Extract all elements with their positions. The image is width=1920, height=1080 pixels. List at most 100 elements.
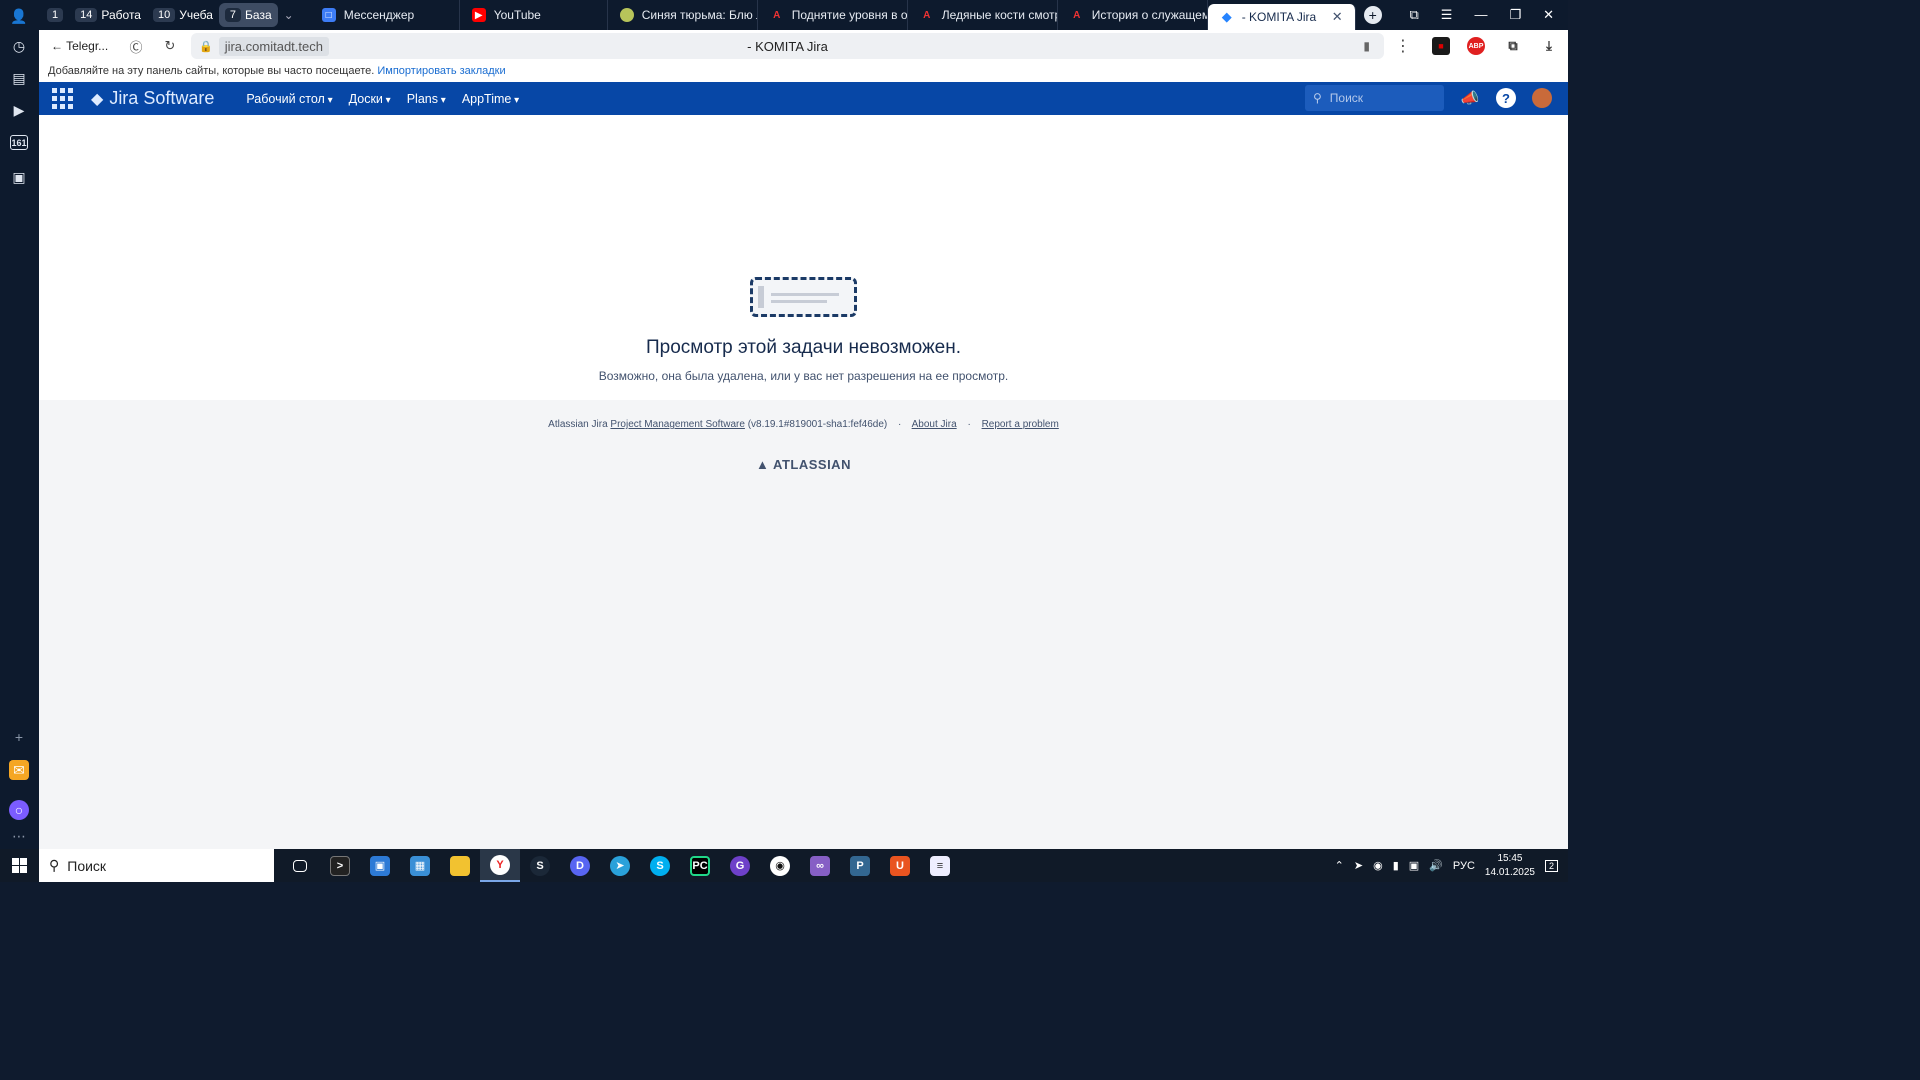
- jira-nav: Рабочий стол Доски Plans AppTime: [246, 92, 519, 106]
- screenshot-icon[interactable]: ▣: [9, 167, 29, 187]
- tab-group-1[interactable]: 1: [41, 3, 69, 27]
- jira-logo-text: Jira Software: [109, 88, 215, 108]
- tab-jira[interactable]: ◆ - KOMITA Jira ✕: [1207, 4, 1356, 30]
- adblock-icon[interactable]: ABP: [1467, 37, 1485, 55]
- nav-boards[interactable]: Доски: [349, 92, 391, 106]
- postgresql-icon[interactable]: P: [840, 849, 880, 882]
- ubuntu-icon[interactable]: U: [880, 849, 920, 882]
- steam-icon[interactable]: S: [520, 849, 560, 882]
- tab-solo-leveling[interactable]: A Поднятие уровня в од: [758, 0, 908, 30]
- store-icon[interactable]: ▣: [360, 849, 400, 882]
- pm-software-link[interactable]: Project Management Software: [610, 419, 745, 430]
- tab-ice-bones[interactable]: A Ледяные кости смотре: [908, 0, 1058, 30]
- skype-icon[interactable]: S: [640, 849, 680, 882]
- alice-icon[interactable]: ○: [9, 800, 29, 820]
- discord-icon[interactable]: D: [560, 849, 600, 882]
- more-options-icon[interactable]: ⋮: [1395, 36, 1411, 56]
- tab-label: - KOMITA Jira: [1241, 10, 1317, 24]
- help-icon[interactable]: ?: [1496, 88, 1516, 108]
- back-button[interactable]: ← Telegr...: [39, 39, 119, 53]
- mail-icon[interactable]: ✉: [9, 760, 29, 780]
- network-icon[interactable]: ▣: [1409, 859, 1419, 872]
- tab-group-base[interactable]: 7 База: [218, 3, 278, 27]
- search-icon: ⚲: [49, 857, 60, 873]
- import-bookmarks-link[interactable]: Импортировать закладки: [377, 65, 505, 77]
- extensions-icon[interactable]: ⧉: [1504, 37, 1522, 55]
- announcement-icon[interactable]: 📣: [1460, 88, 1480, 108]
- minimize-icon[interactable]: —: [1474, 7, 1487, 23]
- tab-group-study[interactable]: 10 Учеба: [147, 3, 219, 27]
- taskbar-search[interactable]: ⚲ Поиск: [39, 849, 274, 882]
- close-tab-icon[interactable]: ✕: [1332, 9, 1343, 25]
- bookmark-icon[interactable]: ▮: [1363, 39, 1370, 53]
- more-icon[interactable]: ⋯: [9, 826, 29, 846]
- tab-group-work[interactable]: 14 Работа: [69, 3, 147, 27]
- omnibox[interactable]: 🔒 jira.comitadt.tech - KOMITA Jira ▮: [191, 33, 1384, 59]
- battery-icon[interactable]: ▮: [1393, 859, 1399, 872]
- tab-youtube[interactable]: ▶ YouTube: [460, 0, 608, 30]
- downloads-icon[interactable]: ⤓: [1540, 37, 1558, 55]
- jira-logo[interactable]: ◆ Jira Software: [91, 88, 214, 109]
- atlassian-logo-text: ATLASSIAN: [773, 457, 851, 472]
- reload-icon[interactable]: ↻: [153, 38, 187, 54]
- atlassian-logo[interactable]: ▲ ATLASSIAN: [39, 457, 1568, 472]
- app-switcher-icon[interactable]: [52, 88, 73, 109]
- language-indicator[interactable]: РУС: [1453, 860, 1475, 872]
- add-panel-icon[interactable]: +: [9, 727, 29, 747]
- volume-icon[interactable]: 🔊: [1429, 859, 1443, 872]
- nav-plans[interactable]: Plans: [407, 92, 446, 106]
- terminal-icon[interactable]: >: [320, 849, 360, 882]
- report-problem-link[interactable]: Report a problem: [982, 419, 1059, 430]
- jira-diamond-icon: ◆: [91, 90, 104, 108]
- visual-studio-icon[interactable]: ∞: [800, 849, 840, 882]
- restore-icon[interactable]: ❐: [1509, 7, 1521, 23]
- steam-tray-icon[interactable]: ◉: [1373, 859, 1383, 872]
- profile-icon[interactable]: 👤: [9, 6, 29, 26]
- search-placeholder: Поиск: [1329, 91, 1364, 105]
- close-window-icon[interactable]: ✕: [1543, 7, 1554, 23]
- task-view-icon[interactable]: [280, 849, 320, 882]
- app-icon[interactable]: ◉: [760, 849, 800, 882]
- tab-group-label: База: [245, 8, 272, 22]
- tab-story[interactable]: A История о служащем.: [1058, 0, 1208, 30]
- pycharm-icon[interactable]: PC: [680, 849, 720, 882]
- control-panel-icon[interactable]: ▦: [400, 849, 440, 882]
- counter-badge-icon[interactable]: 161: [10, 135, 28, 150]
- site-favicon-icon: [619, 8, 634, 22]
- extension-icon[interactable]: ■: [1432, 37, 1450, 55]
- about-jira-link[interactable]: About Jira: [912, 419, 957, 430]
- nav-apptime[interactable]: AppTime: [462, 92, 519, 106]
- jira-search-input[interactable]: ⚲ Поиск: [1305, 85, 1444, 111]
- nav-dashboards[interactable]: Рабочий стол: [246, 92, 332, 106]
- footer-version: (v8.19.1#819001-sha1:fef46de): [747, 419, 888, 430]
- browser-sidebar: 👤 ◷ ▤ ▶ 161 ▣ + ✉ ○ ⋯: [0, 0, 39, 849]
- tab-messenger[interactable]: □ Мессенджер: [310, 0, 460, 30]
- lock-icon[interactable]: 🔒: [199, 40, 213, 53]
- bookmarks-bar: Добавляйте на эту панель сайты, которые …: [39, 62, 1568, 82]
- url-text[interactable]: jira.comitadt.tech: [218, 36, 329, 56]
- menu-icon[interactable]: ☰: [1441, 7, 1453, 23]
- search-icon: ⚲: [1313, 91, 1322, 105]
- anime-site-icon: A: [773, 9, 781, 21]
- notepad-icon[interactable]: ≡: [920, 849, 960, 882]
- github-desktop-icon[interactable]: G: [720, 849, 760, 882]
- clock[interactable]: 15:45 14.01.2025: [1485, 852, 1535, 880]
- telegram-tray-icon[interactable]: ➤: [1354, 859, 1363, 872]
- yandex-browser-icon[interactable]: Y: [480, 849, 520, 882]
- tab-manager-icon[interactable]: ⧉: [1409, 7, 1418, 23]
- collections-icon[interactable]: ▤: [9, 68, 29, 88]
- tab-label: Синяя тюрьма: Блю Ло: [641, 8, 757, 22]
- tab-blue-lock[interactable]: Синяя тюрьма: Блю Ло: [608, 0, 758, 30]
- notification-icon[interactable]: 2: [1544, 859, 1558, 872]
- file-explorer-icon[interactable]: [440, 849, 480, 882]
- history-icon[interactable]: ◷: [9, 36, 29, 56]
- new-tab-icon[interactable]: +: [1363, 6, 1382, 24]
- telegram-icon[interactable]: ➤: [600, 849, 640, 882]
- footer-links: Atlassian Jira Project Management Softwa…: [548, 419, 1059, 430]
- video-icon[interactable]: ▶: [9, 100, 29, 120]
- chevron-up-icon[interactable]: ⌃: [1335, 859, 1344, 872]
- yandex-icon[interactable]: Ⓒ: [119, 37, 153, 56]
- avatar[interactable]: [1532, 88, 1552, 108]
- tab-groups-dropdown-icon[interactable]: ⌄: [278, 3, 300, 27]
- start-button[interactable]: [0, 858, 39, 873]
